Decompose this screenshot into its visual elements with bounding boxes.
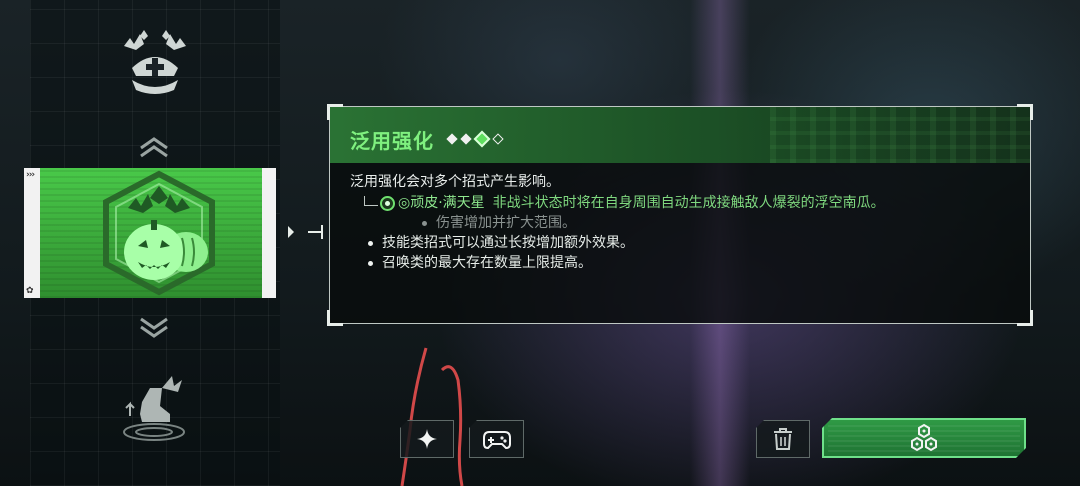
card-corner-mark: ›››: [26, 170, 35, 180]
panel-header: 泛用强化: [330, 107, 1030, 163]
bullet-text: 召唤类的最大存在数量上限提高。: [382, 255, 592, 271]
hex-cluster-icon: [909, 423, 939, 453]
panel-connector-icon: [288, 225, 323, 239]
skill-title: 泛用强化: [350, 129, 434, 153]
bullet-item: 技能类招式可以通过长按增加额外效果。: [368, 234, 1010, 253]
sparkle-icon: [417, 429, 437, 449]
confirm-button[interactable]: [822, 418, 1026, 458]
sub-effect-detail-text: 伤害增加并扩大范围。: [436, 215, 576, 231]
bullet-dot: [368, 261, 373, 266]
gamepad-button[interactable]: [469, 420, 524, 458]
bullet-dot: [368, 241, 373, 246]
sub-effect-name: ◎顽皮·满天星: [398, 195, 485, 211]
winged-boot-icon[interactable]: [116, 372, 192, 444]
rank-pip-current: [473, 130, 491, 148]
bullet-item: 召唤类的最大存在数量上限提高。: [368, 254, 1010, 273]
header-pattern: [770, 107, 1030, 163]
panel-corner: [327, 310, 343, 326]
chevron-up-icon[interactable]: [138, 136, 170, 158]
sub-effect-gem-icon: [380, 196, 395, 211]
sub-effect-line: ◎顽皮·满天星 非战斗状态时将在自身周围自动生成接触敌人爆裂的浮空南瓜。: [364, 194, 1010, 213]
rank-indicator: [446, 130, 504, 148]
discard-button[interactable]: [756, 420, 810, 458]
chevron-down-icon[interactable]: [138, 316, 170, 338]
trash-icon: [774, 428, 792, 450]
rank-pip-empty: [492, 133, 504, 145]
rank-pip: [446, 133, 458, 145]
tree-branch: [364, 195, 378, 206]
pumpkin-bats-icon: [103, 170, 215, 296]
bullet-dot: [422, 221, 427, 226]
selected-skill-card[interactable]: ››› ✿: [24, 168, 276, 298]
skill-detail-panel: 泛用强化 泛用强化会对多个招式产生影响。 ◎顽皮·满天星 非战斗状态时将在自身周…: [327, 104, 1033, 326]
skill-description: 泛用强化会对多个招式产生影响。: [350, 174, 560, 190]
sparkle-button[interactable]: [400, 420, 454, 458]
sub-effect-detail: 伤害增加并扩大范围。: [422, 214, 1010, 233]
sub-effect-text: 非战斗状态时将在自身周围自动生成接触敌人爆裂的浮空南瓜。: [492, 195, 885, 211]
rank-pip: [460, 133, 472, 145]
bullet-text: 技能类招式可以通过长按增加额外效果。: [382, 235, 634, 251]
bat-crown-icon[interactable]: [118, 28, 192, 98]
card-corner-mark: ✿: [26, 286, 34, 296]
panel-corner: [1017, 310, 1033, 326]
panel-body: 泛用强化会对多个招式产生影响。 ◎顽皮·满天星 非战斗状态时将在自身周围自动生成…: [350, 173, 1010, 273]
gamepad-icon: [482, 431, 511, 450]
